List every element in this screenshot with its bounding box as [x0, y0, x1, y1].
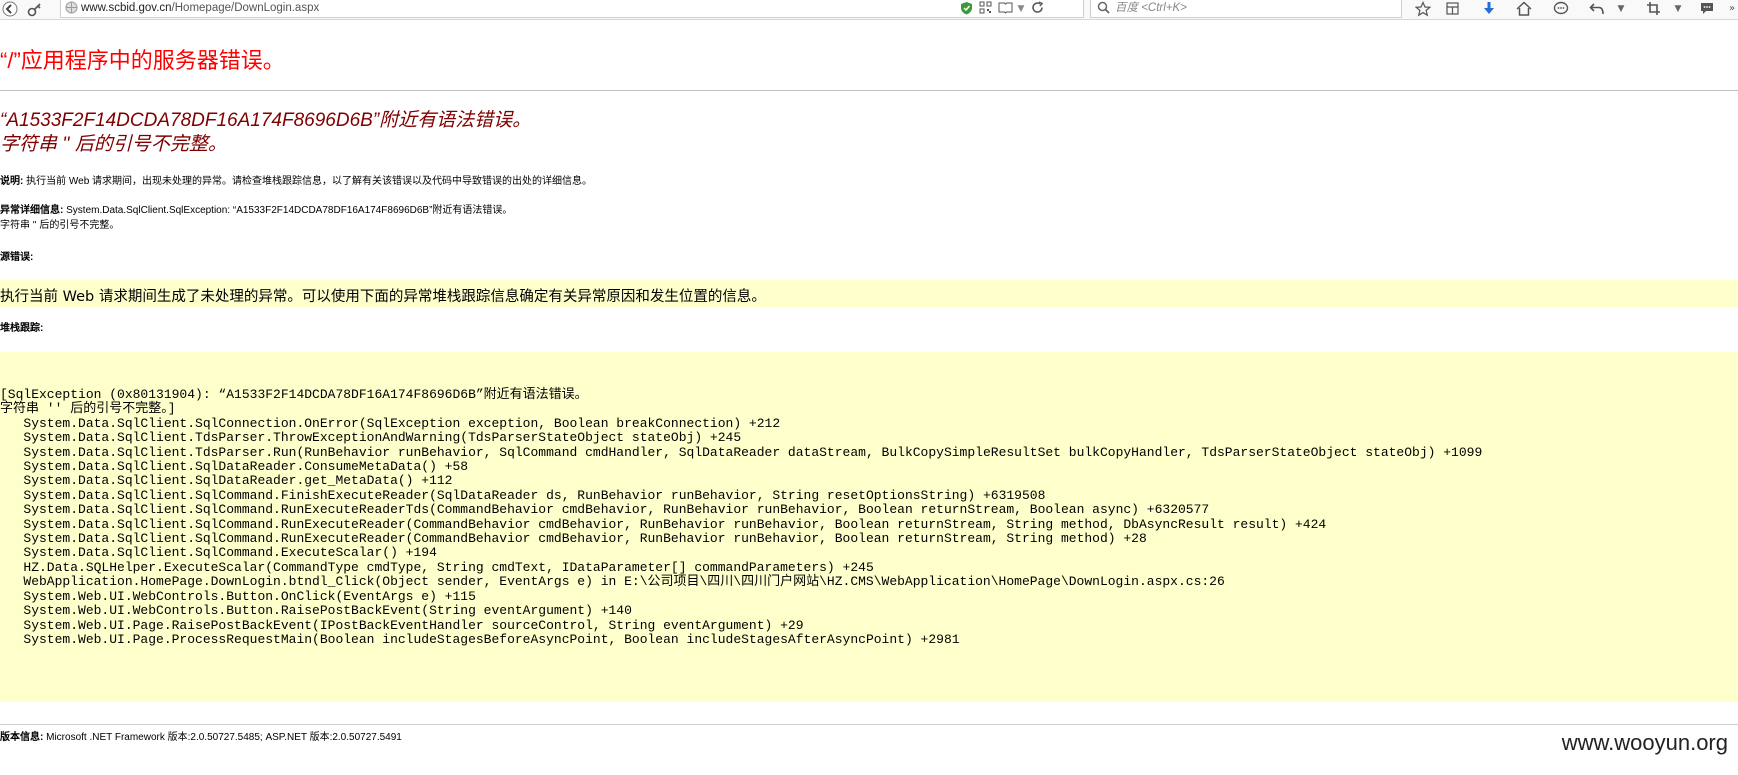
error-line-2: 字符串 '' 后的引号不完整。: [0, 134, 227, 155]
description-text: 执行当前 Web 请求期间，出现未处理的异常。请检查堆栈跟踪信息，以了解有关该错…: [23, 176, 593, 187]
error-line-1: “A1533F2F14DCDA78DF16A174F8696D6B”附近有语法错…: [0, 110, 532, 131]
exception-text: System.Data.SqlClient.SqlException: “A15…: [63, 205, 513, 216]
qr-icon[interactable]: [978, 1, 992, 17]
shield-icon[interactable]: [959, 1, 973, 17]
back-icon[interactable]: [2, 1, 18, 17]
stack-trace-label: 堆栈跟踪:: [0, 323, 44, 334]
stack-trace-box: [SqlException (0x80131904): “A1533F2F14D…: [0, 352, 1738, 702]
dropdown-icon[interactable]: ▼: [1016, 1, 1026, 17]
key-icon[interactable]: [26, 1, 44, 17]
overflow-icon[interactable]: »: [1727, 1, 1737, 17]
crop-icon[interactable]: [1644, 1, 1662, 17]
title-divider: [0, 90, 1738, 91]
version-info: 版本信息: Microsoft .NET Framework 版本:2.0.50…: [0, 730, 402, 745]
version-text: Microsoft .NET Framework 版本:2.0.50727.54…: [43, 732, 402, 743]
star-icon[interactable]: [1414, 1, 1432, 17]
url-text[interactable]: www.scbid.gov.cn/Homepage/DownLogin.aspx: [81, 1, 319, 16]
undo-dropdown-icon[interactable]: ▼: [1616, 1, 1626, 17]
footer-divider: [0, 724, 1738, 725]
description-label: 说明:: [0, 176, 24, 187]
source-error-heading: 源错误:: [0, 250, 33, 265]
search-placeholder: 百度 <Ctrl+K>: [1115, 2, 1187, 14]
browser-toolbar: www.scbid.gov.cn/Homepage/DownLogin.aspx…: [0, 0, 1738, 20]
page-title: “/”应用程序中的服务器错误。: [0, 48, 285, 73]
exception-label: 异常详细信息:: [0, 205, 64, 216]
library-icon[interactable]: [1443, 1, 1461, 17]
stack-trace: [SqlException (0x80131904): “A1533F2F14D…: [0, 387, 1483, 647]
version-label: 版本信息:: [0, 732, 44, 743]
source-error-message: 执行当前 Web 请求期间生成了未处理的异常。可以使用下面的异常堆栈跟踪信息确定…: [0, 289, 766, 305]
watermark: www.wooyun.org: [1561, 730, 1728, 755]
search-input[interactable]: 百度 <Ctrl+K>: [1090, 0, 1402, 18]
comment-icon[interactable]: [1698, 1, 1716, 17]
url-path: /Homepage/DownLogin.aspx: [171, 2, 320, 14]
stack-trace-heading: 堆栈跟踪:: [0, 321, 43, 336]
exception-text-2: 字符串 '' 后的引号不完整。: [0, 220, 120, 231]
source-error-box: 执行当前 Web 请求期间生成了未处理的异常。可以使用下面的异常堆栈跟踪信息确定…: [0, 280, 1738, 307]
chat-icon[interactable]: [1552, 1, 1570, 17]
undo-icon[interactable]: [1588, 1, 1606, 17]
globe-icon: [64, 1, 78, 17]
download-icon[interactable]: [1480, 1, 1498, 17]
url-domain: www.scbid.gov.cn: [81, 2, 172, 14]
crop-dropdown-icon[interactable]: ▼: [1673, 1, 1683, 17]
source-error-label: 源错误:: [0, 252, 34, 263]
error-message: “A1533F2F14DCDA78DF16A174F8696D6B”附近有语法错…: [0, 109, 531, 157]
reload-icon[interactable]: [1030, 1, 1044, 17]
home-icon[interactable]: [1515, 1, 1533, 17]
search-icon: [1096, 1, 1110, 17]
exception-details: 异常详细信息: System.Data.SqlClient.SqlExcepti…: [0, 203, 512, 233]
url-bar[interactable]: www.scbid.gov.cn/Homepage/DownLogin.aspx…: [60, 0, 1084, 18]
description: 说明: 执行当前 Web 请求期间，出现未处理的异常。请检查堆栈跟踪信息，以了解…: [0, 174, 592, 189]
reader-icon[interactable]: [997, 1, 1013, 17]
